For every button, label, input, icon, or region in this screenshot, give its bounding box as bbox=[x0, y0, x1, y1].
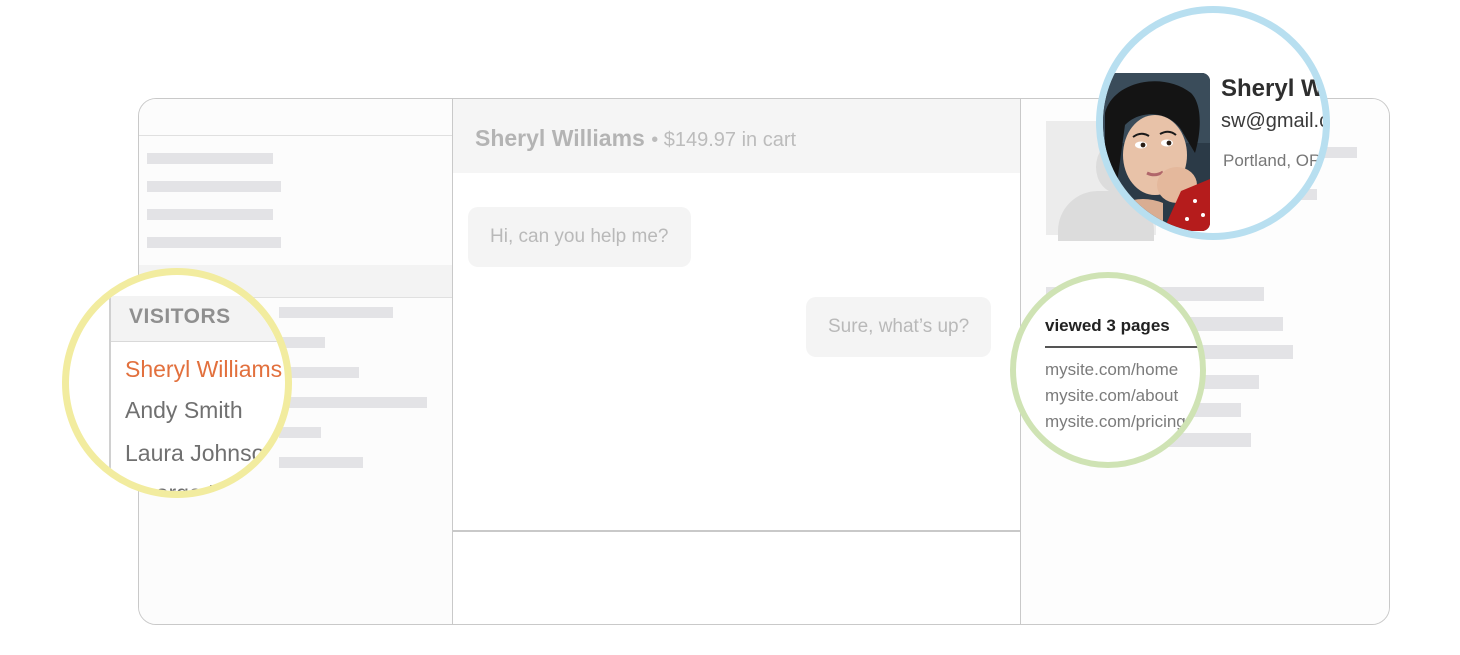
viewed-page-link[interactable]: mysite.com/pricing bbox=[1045, 412, 1186, 432]
placeholder-line bbox=[147, 153, 273, 164]
placeholder-line bbox=[147, 237, 281, 248]
chat-header: Sheryl Williams • $149.97 in cart bbox=[453, 99, 1020, 173]
viewed-page-link[interactable]: mysite.com/about bbox=[1045, 386, 1178, 406]
cart-summary: • $149.97 in cart bbox=[651, 129, 797, 151]
profile-location: Portland, OR bbox=[1223, 151, 1322, 170]
sidebar-header bbox=[139, 99, 452, 136]
placeholder-line bbox=[279, 307, 393, 318]
placeholder-line bbox=[279, 427, 321, 438]
visitors-magnifier: VISITORS Sheryl Williams Andy Smith Laur… bbox=[62, 268, 292, 498]
viewed-page-link[interactable]: mysite.com/home bbox=[1045, 360, 1178, 380]
message-visitor: Hi, can you help me? bbox=[468, 207, 691, 267]
avatar-photo-icon bbox=[1103, 73, 1210, 231]
placeholder-line bbox=[147, 181, 281, 192]
visitor-item[interactable]: Laura Johnson bbox=[125, 440, 277, 467]
profile-email[interactable]: sw@gmail.com bbox=[1221, 110, 1323, 133]
placeholder-line bbox=[279, 457, 363, 468]
visitor-item[interactable]: Andy Smith bbox=[125, 397, 243, 424]
chat-title: Sheryl Williams • $149.97 in cart bbox=[475, 125, 796, 152]
chat-visitor-name: Sheryl Williams bbox=[475, 125, 645, 151]
message-composer[interactable] bbox=[453, 532, 1020, 624]
placeholder-line bbox=[279, 397, 427, 408]
visitors-heading: VISITORS bbox=[129, 305, 231, 328]
profile-name: Sheryl Williams bbox=[1221, 75, 1330, 102]
visitor-photo bbox=[1103, 73, 1210, 231]
pages-viewed-magnifier: viewed 3 pages mysite.com/home mysite.co… bbox=[1010, 272, 1206, 468]
placeholder-line bbox=[147, 209, 273, 220]
visitors-divider bbox=[109, 296, 111, 491]
message-agent: Sure, what’s up? bbox=[806, 297, 992, 357]
pages-viewed-title: viewed 3 pages bbox=[1045, 316, 1170, 335]
pages-viewed-divider bbox=[1045, 346, 1200, 348]
profile-magnifier: Sheryl Williams sw@gmail.com Portland, O… bbox=[1096, 6, 1330, 240]
visitor-item-active[interactable]: Sheryl Williams bbox=[125, 356, 282, 383]
chat-panel: Sheryl Williams • $149.97 in cart Hi, ca… bbox=[453, 99, 1021, 624]
